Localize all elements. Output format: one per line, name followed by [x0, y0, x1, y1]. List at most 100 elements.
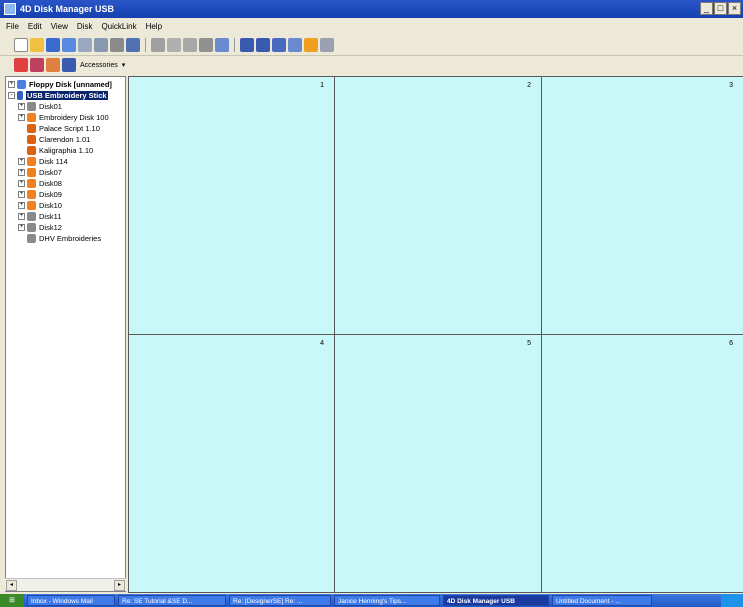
- eraser-icon[interactable]: [110, 37, 124, 52]
- cut-icon[interactable]: [151, 37, 165, 52]
- tree-node-label: USB Embroidery Stick: [26, 91, 108, 100]
- start-button[interactable]: ⊞: [0, 594, 24, 607]
- send-to-disk-icon[interactable]: [240, 37, 254, 52]
- tree-node[interactable]: Kaligraphia 1.10: [18, 145, 93, 156]
- tree-node-label: Disk09: [39, 190, 62, 199]
- expand-icon[interactable]: +: [18, 169, 25, 176]
- quicklink-icon[interactable]: [14, 58, 28, 72]
- tree-node[interactable]: + Disk 114: [18, 156, 68, 167]
- disk-icon: [27, 212, 36, 221]
- disk-tree[interactable]: + Floppy Disk [unnamed] - USB Embroidery St…: [5, 76, 126, 592]
- secondary-toolbar: Accessories ▾: [0, 56, 743, 74]
- tree-node[interactable]: + Disk12: [18, 222, 62, 233]
- design-slot[interactable]: 1: [128, 76, 335, 335]
- copy-disk-icon[interactable]: [94, 37, 108, 52]
- app-icon: [4, 3, 16, 15]
- read-card-icon[interactable]: [288, 37, 302, 52]
- slot-number: 6: [729, 340, 733, 347]
- copy-icon[interactable]: [167, 37, 181, 52]
- tree-node[interactable]: + Floppy Disk [unnamed]: [8, 79, 112, 90]
- window-controls: _ □ ×: [700, 2, 741, 15]
- open-folder-icon[interactable]: [30, 37, 44, 52]
- minimize-button[interactable]: _: [700, 2, 713, 15]
- slot-number: 2: [527, 82, 531, 89]
- embroidery-disk-icon: [27, 201, 36, 210]
- expand-icon[interactable]: +: [18, 224, 25, 231]
- design-slot[interactable]: 2: [334, 76, 542, 335]
- tree-node[interactable]: + Embroidery Disk 100: [18, 112, 109, 123]
- tree-node[interactable]: Palace Script 1.10: [18, 123, 100, 134]
- close-button[interactable]: ×: [728, 2, 741, 15]
- maximize-button[interactable]: □: [714, 2, 727, 15]
- taskbar-item[interactable]: 4D Disk Manager USB: [443, 595, 549, 606]
- disk-icon: [27, 102, 36, 111]
- tree-node[interactable]: + Disk01: [18, 101, 62, 112]
- design-slot[interactable]: 3: [541, 76, 743, 335]
- expand-icon[interactable]: +: [18, 180, 25, 187]
- properties-icon[interactable]: [215, 37, 229, 52]
- taskbar-item[interactable]: Re: SE Tutorial &SE D...: [118, 595, 226, 606]
- font-icon: [27, 124, 36, 133]
- collapse-icon[interactable]: -: [8, 92, 15, 99]
- menu-help[interactable]: Help: [146, 22, 162, 31]
- menu-quicklink[interactable]: QuickLink: [101, 22, 136, 31]
- new-icon[interactable]: [14, 37, 28, 52]
- tree-node[interactable]: Clarendon 1.01: [18, 134, 90, 145]
- tree-node-label: Kaligraphia 1.10: [39, 146, 94, 155]
- format-icon[interactable]: [304, 37, 318, 52]
- expand-icon[interactable]: +: [8, 81, 15, 88]
- delete-icon[interactable]: [199, 37, 213, 52]
- tree-node[interactable]: - USB Embroidery Stick: [8, 90, 108, 101]
- scroll-left-icon[interactable]: ◂: [6, 580, 17, 591]
- tree-node[interactable]: DHV Embroideries: [18, 233, 101, 244]
- tree-node-label: Palace Script 1.10: [39, 124, 100, 133]
- expand-icon[interactable]: +: [18, 191, 25, 198]
- usb-stick-icon: [17, 91, 23, 100]
- menu-file[interactable]: File: [6, 22, 19, 31]
- sort-icon[interactable]: [62, 58, 76, 72]
- tree-node-label: Embroidery Disk 100: [39, 113, 109, 122]
- taskbar-item[interactable]: Inbox - Windows Mail: [27, 595, 115, 606]
- tree-node-label: Disk08: [39, 179, 62, 188]
- print-icon[interactable]: [78, 37, 92, 52]
- design-grid: 1 2 3 4 5 6: [128, 76, 743, 593]
- save-icon[interactable]: [62, 37, 76, 52]
- tree-node-label: Disk10: [39, 201, 62, 210]
- taskbar-item[interactable]: Untitled Document - ...: [552, 595, 652, 606]
- photo-icon[interactable]: [30, 58, 44, 72]
- receive-from-disk-icon[interactable]: [256, 37, 270, 52]
- taskbar-item[interactable]: Re: [DesignerSE] Re: ...: [229, 595, 331, 606]
- chevron-down-icon[interactable]: ▾: [122, 61, 126, 69]
- context-help-icon[interactable]: [320, 37, 334, 52]
- expand-icon[interactable]: +: [18, 114, 25, 121]
- expand-icon[interactable]: +: [18, 103, 25, 110]
- scroll-right-icon[interactable]: ▸: [114, 580, 125, 591]
- slot-number: 5: [527, 340, 531, 347]
- font-icon: [27, 135, 36, 144]
- expand-icon[interactable]: +: [18, 202, 25, 209]
- design-slot[interactable]: 6: [541, 334, 743, 593]
- disk-icon[interactable]: [46, 37, 60, 52]
- expand-icon[interactable]: +: [18, 213, 25, 220]
- help-pointer-icon[interactable]: [126, 37, 140, 52]
- disk-icon: [27, 223, 36, 232]
- taskbar-item[interactable]: Janice Henning's Tips...: [334, 595, 440, 606]
- tree-horizontal-scrollbar[interactable]: ◂ ▸: [5, 578, 126, 591]
- tree-node[interactable]: + Disk09: [18, 189, 62, 200]
- write-card-icon[interactable]: [272, 37, 286, 52]
- tree-node[interactable]: + Disk07: [18, 167, 62, 178]
- design-slot[interactable]: 5: [334, 334, 542, 593]
- tree-node[interactable]: + Disk10: [18, 200, 62, 211]
- menu-view[interactable]: View: [51, 22, 68, 31]
- menu-edit[interactable]: Edit: [28, 22, 42, 31]
- paste-icon[interactable]: [183, 37, 197, 52]
- hand-icon[interactable]: [46, 58, 60, 72]
- accessories-dropdown[interactable]: Accessories: [80, 62, 118, 69]
- tree-node[interactable]: + Disk08: [18, 178, 62, 189]
- design-slot[interactable]: 4: [128, 334, 335, 593]
- system-tray[interactable]: [721, 594, 743, 607]
- expand-icon[interactable]: +: [18, 158, 25, 165]
- tree-node-label: Clarendon 1.01: [39, 135, 91, 144]
- tree-node[interactable]: + Disk11: [18, 211, 61, 222]
- menu-disk[interactable]: Disk: [77, 22, 93, 31]
